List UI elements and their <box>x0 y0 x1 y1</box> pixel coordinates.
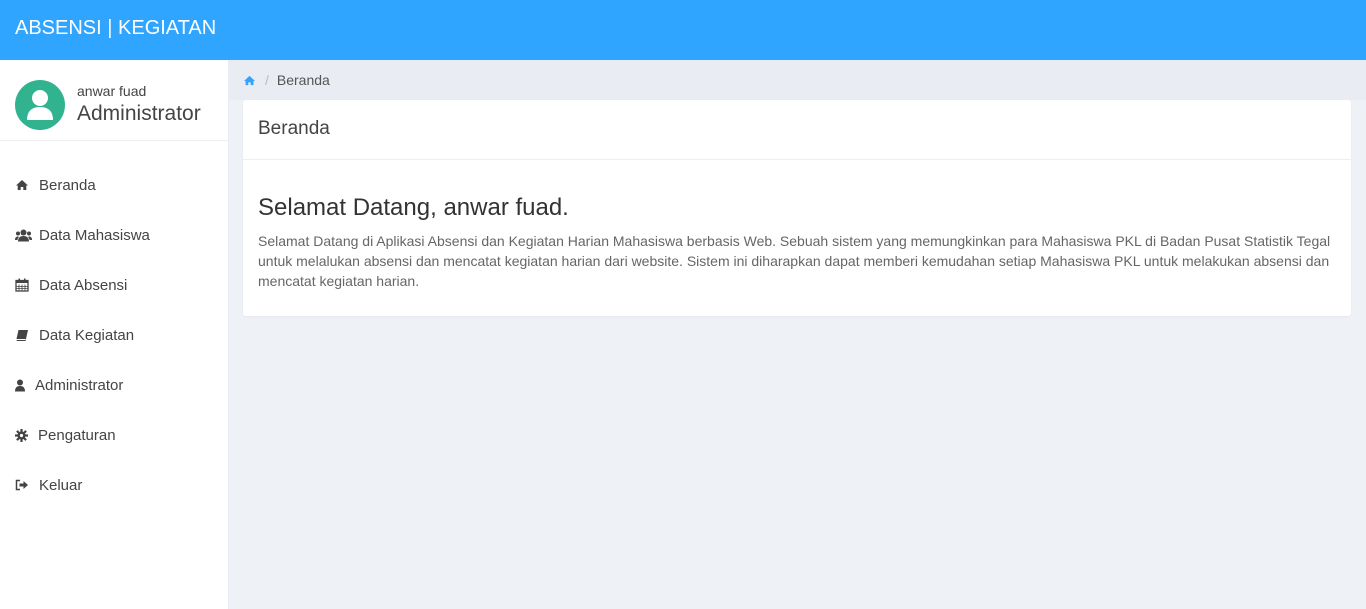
sidebar-item-data-mahasiswa[interactable]: Data Mahasiswa <box>0 210 228 260</box>
user-profile: anwar fuad Administrator <box>0 60 228 141</box>
sidebar-item-label: Beranda <box>39 176 96 194</box>
sign-out-icon <box>15 478 33 492</box>
welcome-text: Selamat Datang di Aplikasi Absensi dan K… <box>258 233 1331 289</box>
sidebar-item-label: Keluar <box>39 476 83 494</box>
panel-body: Selamat Datang, anwar fuad. Selamat Data… <box>243 160 1351 291</box>
users-icon <box>15 228 33 242</box>
panel-heading: Beranda <box>243 100 1351 160</box>
app-brand-link[interactable]: ABSENSI | KEGIATAN <box>15 16 216 40</box>
sidebar-item-beranda[interactable]: Beranda <box>0 160 228 210</box>
book-icon <box>15 328 33 342</box>
calendar-icon <box>15 278 33 292</box>
top-navbar: ABSENSI | KEGIATAN <box>0 0 1366 60</box>
welcome-title: Selamat Datang, anwar fuad. <box>258 194 569 221</box>
sidebar: anwar fuad Administrator Beranda Data Ma… <box>0 60 229 609</box>
profile-role: Administrator <box>77 102 201 125</box>
breadcrumb-separator: / <box>265 72 269 88</box>
sidebar-item-keluar[interactable]: Keluar <box>0 460 228 510</box>
sidebar-item-label: Data Kegiatan <box>39 326 135 344</box>
sidebar-menu: Beranda Data Mahasiswa Data Absensi Data… <box>0 160 228 510</box>
sidebar-item-data-kegiatan[interactable]: Data Kegiatan <box>0 310 228 360</box>
sidebar-item-administrator[interactable]: Administrator <box>0 360 228 410</box>
profile-name: anwar fuad <box>77 83 147 99</box>
sidebar-item-data-absensi[interactable]: Data Absensi <box>0 260 228 310</box>
user-avatar-icon <box>27 90 53 120</box>
sidebar-item-label: Pengaturan <box>38 426 116 444</box>
sidebar-item-label: Data Mahasiswa <box>39 226 150 244</box>
avatar <box>15 80 65 130</box>
home-icon <box>244 75 255 85</box>
sidebar-item-label: Administrator <box>35 376 124 394</box>
breadcrumb: / Beranda <box>229 60 1366 100</box>
gear-icon <box>15 428 32 442</box>
home-icon <box>15 178 33 192</box>
sidebar-item-label: Data Absensi <box>39 276 128 294</box>
sidebar-item-pengaturan[interactable]: Pengaturan <box>0 410 228 460</box>
breadcrumb-current: Beranda <box>276 72 330 88</box>
user-icon <box>15 378 29 392</box>
welcome-panel: Beranda Selamat Datang, anwar fuad. Sela… <box>243 100 1351 316</box>
breadcrumb-home-link[interactable] <box>243 75 256 86</box>
